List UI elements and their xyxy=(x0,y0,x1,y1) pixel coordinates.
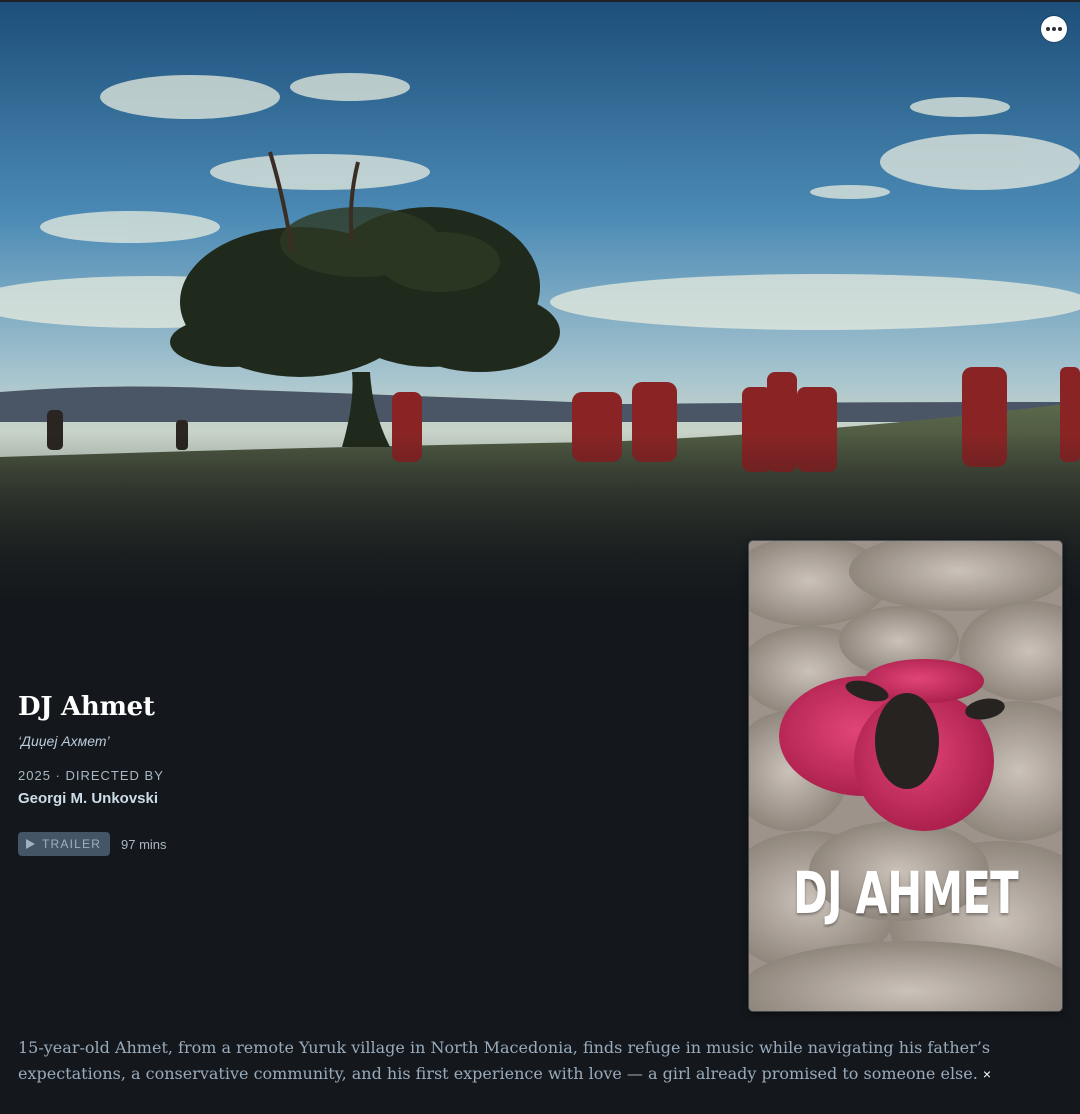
original-title: ‘Диџеј Ахмет’ xyxy=(18,733,110,749)
trailer-button[interactable]: TRAILER xyxy=(18,832,110,856)
runtime: 97 mins xyxy=(121,837,167,852)
backdrop-image xyxy=(0,0,1080,610)
film-poster[interactable]: DJ AHMET xyxy=(749,541,1062,1011)
film-title: DJ Ahmet xyxy=(18,692,155,722)
poster-title: DJ AHMET xyxy=(793,859,1019,927)
ellipsis-icon-dot xyxy=(1058,27,1062,31)
ellipsis-icon xyxy=(1046,27,1050,31)
trailer-label: TRAILER xyxy=(42,837,102,851)
close-icon[interactable]: × xyxy=(983,1066,991,1082)
synopsis: 15-year-old Ahmet, from a remote Yuruk v… xyxy=(18,1035,1068,1087)
more-options-button[interactable] xyxy=(1041,16,1067,42)
release-year-directed-by: 2025 · DIRECTED BY xyxy=(18,768,164,783)
synopsis-text: 15-year-old Ahmet, from a remote Yuruk v… xyxy=(18,1038,991,1083)
ellipsis-icon-dot xyxy=(1052,27,1056,31)
play-icon xyxy=(26,839,35,849)
director-link[interactable]: Georgi M. Unkovski xyxy=(18,790,158,807)
